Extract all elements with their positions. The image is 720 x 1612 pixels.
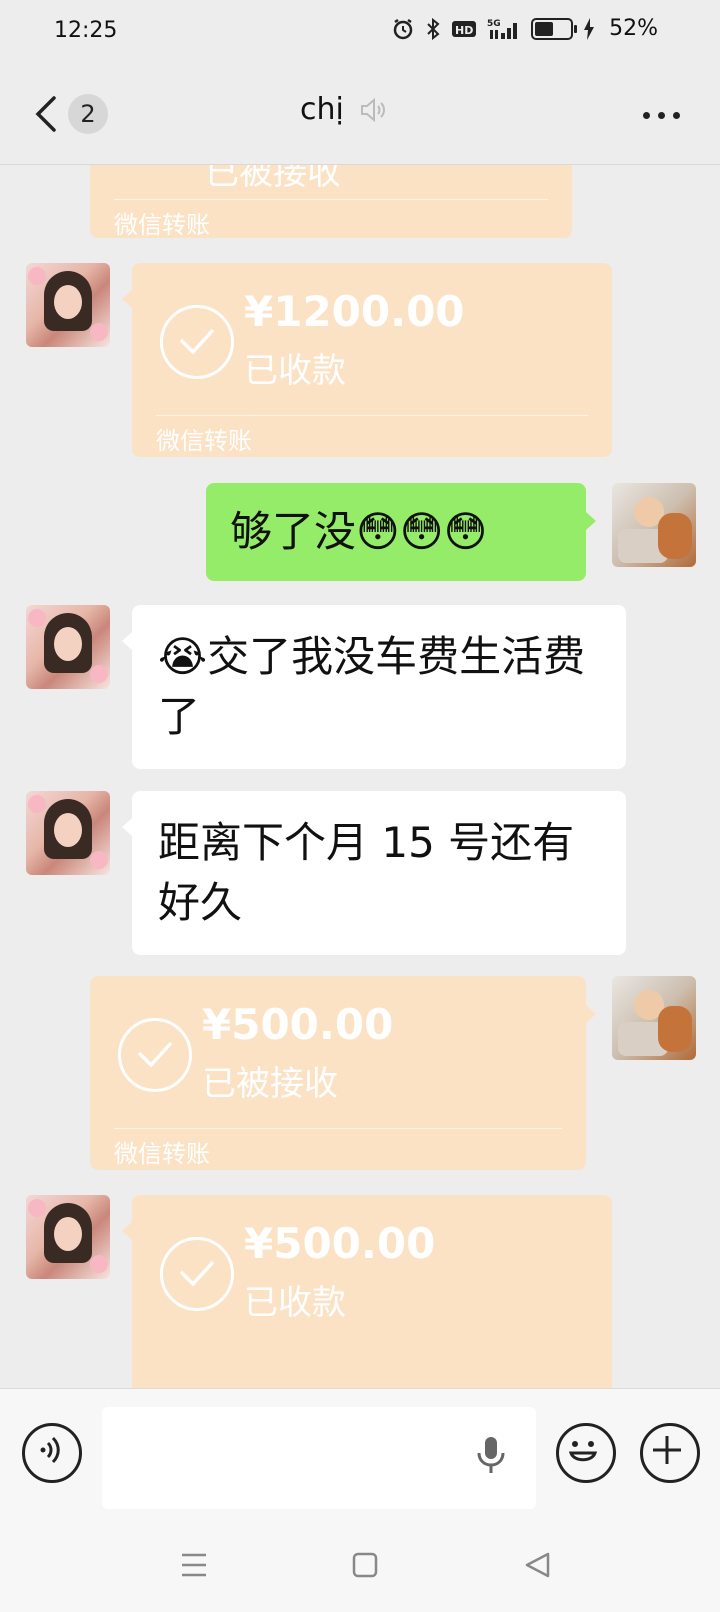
status-bar: 12:25 HD 5G 52% — [0, 0, 720, 64]
check-circle-icon — [160, 1237, 234, 1311]
transfer-source: 微信转账 — [114, 1140, 210, 1168]
my-avatar[interactable] — [612, 976, 696, 1060]
transfer-status: 已收款 — [244, 351, 346, 391]
sent-text-message[interactable]: 够了没😳😳😳 — [206, 483, 586, 581]
alarm-icon — [393, 18, 413, 39]
check-circle-icon — [118, 1018, 192, 1092]
message-input[interactable] — [102, 1407, 536, 1509]
charging-icon — [584, 17, 595, 40]
transfer-divider — [156, 415, 588, 416]
bubble-tail — [586, 1005, 596, 1023]
transfer-status: 已被接收 — [205, 165, 341, 193]
transfer-amount: ¥500.00 — [202, 1000, 394, 1049]
transfer-amount: ¥500.00 — [244, 1219, 436, 1268]
hd-icon: HD — [452, 20, 477, 37]
home-icon[interactable] — [352, 1552, 378, 1578]
more-icon[interactable] — [643, 112, 680, 119]
contact-avatar[interactable] — [26, 605, 110, 689]
bubble-tail — [586, 512, 596, 530]
signal-5g-icon: 5G — [487, 19, 518, 39]
transfer-message[interactable]: 已被接收 微信转账 — [90, 165, 572, 239]
bluetooth-icon — [427, 17, 440, 40]
emoji-icon[interactable] — [556, 1423, 616, 1483]
chat-title: chị — [300, 92, 344, 127]
transfer-divider — [114, 199, 548, 200]
speaker-icon — [360, 97, 385, 122]
check-circle-icon — [160, 305, 234, 379]
received-text-message[interactable]: 距离下个月 15 号还有好久 — [132, 791, 626, 955]
status-time: 12:25 — [54, 18, 118, 43]
bubble-tail — [122, 1222, 132, 1240]
microphone-icon[interactable] — [476, 1435, 506, 1477]
plus-icon[interactable] — [640, 1423, 700, 1483]
voice-toggle-icon[interactable] — [22, 1423, 82, 1483]
svg-text:5G: 5G — [487, 19, 501, 29]
contact-avatar[interactable] — [26, 263, 110, 347]
transfer-divider — [114, 1128, 562, 1129]
status-icons: HD 5G 52% — [391, 16, 658, 41]
svg-text:HD: HD — [455, 24, 473, 37]
menu-icon[interactable] — [180, 1552, 208, 1578]
transfer-source: 微信转账 — [156, 427, 252, 455]
chat-title-group: chị — [300, 92, 388, 127]
battery-percent: 52% — [609, 16, 658, 41]
bubble-tail — [122, 632, 132, 650]
message-list[interactable]: 已被接收 微信转账 ¥1200.00 已收款 微信转账 够了没😳😳😳 😭交了我没… — [0, 165, 720, 1388]
bubble-tail — [122, 818, 132, 836]
back-triangle-icon[interactable] — [524, 1552, 552, 1578]
transfer-message[interactable]: ¥1200.00 已收款 微信转账 — [132, 263, 612, 457]
transfer-source: 微信转账 — [114, 211, 210, 239]
my-avatar[interactable] — [612, 483, 696, 567]
transfer-amount: ¥1200.00 — [244, 287, 465, 336]
bubble-tail — [122, 290, 132, 308]
received-text-message[interactable]: 😭交了我没车费生活费了 — [132, 605, 626, 769]
unread-count-badge[interactable]: 2 — [68, 94, 108, 134]
battery-icon — [531, 17, 578, 40]
transfer-message[interactable]: ¥500.00 已被接收 微信转账 — [90, 976, 586, 1170]
contact-avatar[interactable] — [26, 791, 110, 875]
contact-avatar[interactable] — [26, 1195, 110, 1279]
chat-header: 2 chị — [0, 64, 720, 165]
transfer-message[interactable]: ¥500.00 已收款 — [132, 1195, 612, 1388]
system-nav-bar — [0, 1510, 720, 1612]
back-icon[interactable] — [30, 94, 64, 134]
input-bar — [0, 1388, 720, 1511]
transfer-status: 已收款 — [244, 1283, 346, 1323]
transfer-status: 已被接收 — [202, 1064, 338, 1104]
